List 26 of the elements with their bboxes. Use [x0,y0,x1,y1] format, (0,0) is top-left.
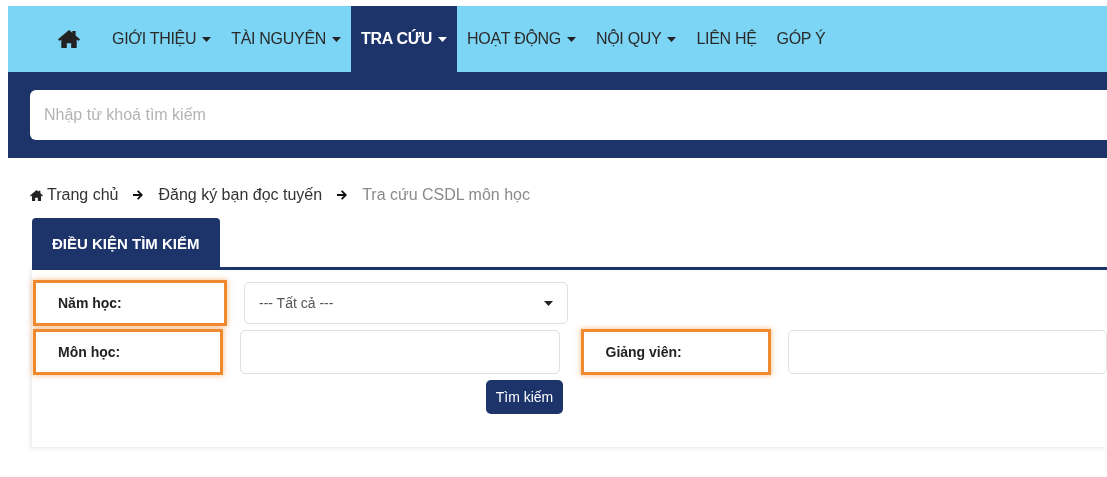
field-label: Năm học: [36,283,224,323]
home-icon [30,189,43,201]
nav-menu-item[interactable]: TRA CỨU [351,6,458,72]
caret-icon [544,300,553,306]
field-label: Giảng viên: [583,332,768,372]
nav-menu-item[interactable]: GIỚI THIỆU [102,6,222,72]
year-select[interactable]: --- Tất cả --- [244,282,568,324]
nav-menu-item[interactable]: LIÊN HỆ [686,6,767,72]
search-button[interactable]: Tìm kiếm [485,380,564,414]
home-icon [58,29,80,49]
arrow-right-icon [132,189,145,201]
breadcrumb-link[interactable]: Trang chủ [30,186,119,204]
breadcrumb-link[interactable]: Đăng ký bạn đọc tuyến [158,186,323,204]
arrow-right-icon [336,189,349,201]
nav-menu-item[interactable]: GÓP Ý [766,6,836,72]
breadcrumb-label[interactable]: Trang chủ [47,186,119,204]
input-field[interactable] [787,330,1107,374]
current-page-text: Tra cứu CSDL môn học [362,186,530,204]
search-conditions-tab[interactable]: ĐIỀU KIỆN TÌM KIẾM [32,218,220,267]
nav-menu-item[interactable]: TÀI NGUYÊN [221,6,351,72]
select-value: --- Tất cả --- [259,295,334,311]
search-field[interactable]: Nhập từ khoá tìm kiếm [30,90,1107,140]
nav-menu-item[interactable]: HOẠT ĐỘNG [457,6,586,72]
field-label: Môn học: [36,332,221,372]
input-field[interactable] [240,330,560,374]
nav-menu-item[interactable]: NỘI QUY [585,6,687,72]
